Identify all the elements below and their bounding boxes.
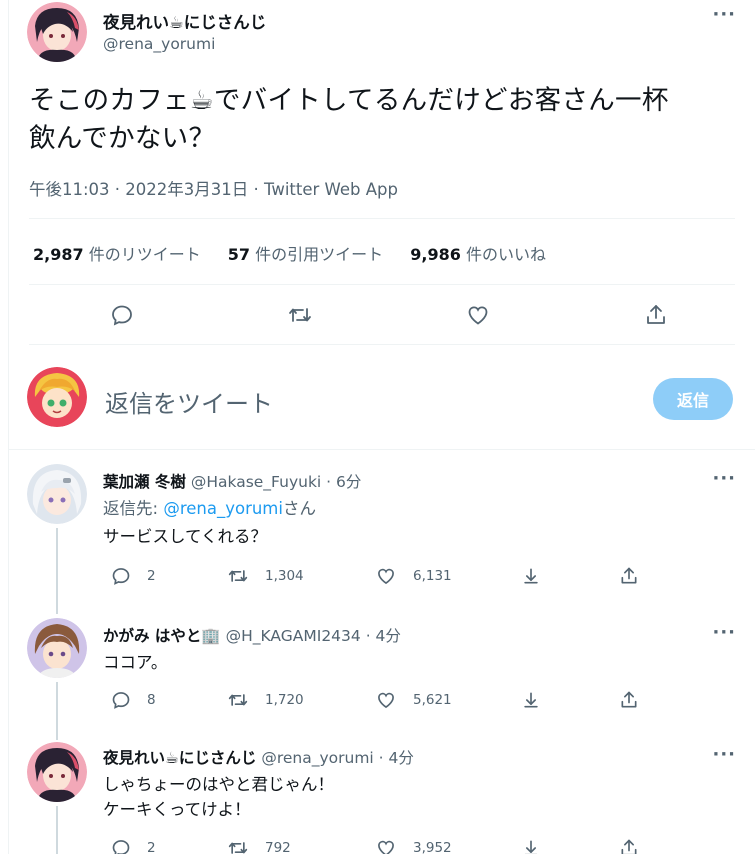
reply-author-avatar[interactable] (27, 464, 87, 524)
retweet-count: 1,304 (265, 568, 304, 584)
quotes-stat[interactable]: 57 件の引用ツイート (228, 241, 383, 265)
bookmark-icon[interactable] (521, 690, 557, 710)
retweet-action[interactable]: 792 (227, 838, 291, 854)
reply-author-avatar[interactable] (27, 618, 87, 678)
tweet-text: そこのカフェ☕でバイトしてるんだけどお客さん一杯 飲んでかない？ (29, 82, 739, 158)
reply-icon (112, 568, 130, 585)
reply-handle-time[interactable]: @rena_yorumi · 4分 (256, 749, 414, 767)
likes-stat[interactable]: 9,986 件のいいね (410, 241, 546, 265)
share-icon[interactable] (641, 300, 671, 330)
retweets-label: 件のリツイート (83, 245, 201, 264)
retweets-count: 2,987 (33, 245, 84, 264)
share-icon[interactable] (619, 838, 655, 854)
author-handle[interactable]: @rena_yorumi (103, 35, 215, 53)
share-icon[interactable] (619, 690, 655, 710)
replying-to-handle[interactable]: @rena_yorumi (163, 499, 283, 518)
reply-icon[interactable] (107, 300, 137, 330)
like-icon (378, 840, 394, 854)
like-action[interactable]: 6,131 (375, 566, 452, 586)
reply-action-bar: 8 1,720 5,621 (99, 690, 659, 714)
reply-header: かがみ はやと🏢 @H_KAGAMI2434 · 4分 (103, 624, 401, 646)
reply-display-name[interactable]: 葉加瀬 冬樹 (103, 473, 186, 491)
retweet-action[interactable]: 1,720 (227, 690, 304, 710)
reply-icon (112, 840, 130, 854)
reply-count: 8 (147, 692, 156, 708)
thread-line (56, 528, 58, 614)
bookmark-icon[interactable] (521, 566, 557, 586)
more-icon[interactable]: ··· (712, 622, 736, 643)
reply-display-name[interactable]: 夜見れい☕にじさんじ (103, 749, 256, 767)
main-action-bar (99, 300, 679, 330)
like-icon[interactable] (463, 300, 493, 330)
reply-text: しゃちょーのはやと君じゃん！ ケーキくってけよ！ (103, 772, 334, 822)
likes-label: 件のいいね (460, 245, 546, 264)
like-action[interactable]: 5,621 (375, 690, 452, 710)
reply-action-bar: 2 792 3,952 (99, 838, 659, 854)
reply-count: 2 (147, 568, 156, 584)
divider (29, 218, 735, 219)
reply-header: 夜見れい☕にじさんじ @rena_yorumi · 4分 (103, 746, 414, 768)
reply-action[interactable]: 2 (111, 838, 156, 854)
quotes-label: 件の引用ツイート (250, 245, 384, 264)
reply-text-line: しゃちょーのはやと君じゃん！ (103, 775, 334, 794)
reply-action-bar: 2 1,304 6,131 (99, 566, 659, 590)
current-user-avatar[interactable] (27, 367, 87, 427)
reply-icon (112, 692, 130, 709)
quotes-count: 57 (227, 245, 251, 264)
reply-handle-time[interactable]: @H_KAGAMI2434 · 4分 (221, 627, 401, 645)
like-count: 5,621 (413, 692, 452, 708)
author-display-name[interactable]: 夜見れい☕にじさんじ (103, 9, 266, 33)
reply-text: ココア。 (103, 653, 168, 672)
like-icon (378, 568, 394, 585)
retweet-icon[interactable] (285, 300, 315, 330)
divider (29, 284, 735, 285)
retweets-stat[interactable]: 2,987 件のリツイート (33, 241, 201, 265)
replying-to: 返信先: @rena_yorumiさん (103, 496, 316, 521)
reply-action[interactable]: 2 (111, 566, 156, 586)
more-icon[interactable]: ··· (712, 468, 736, 489)
share-icon[interactable] (619, 566, 655, 586)
retweet-icon (228, 842, 248, 854)
reply-button[interactable]: 返信 (653, 378, 733, 420)
replying-to-prefix: 返信先: (103, 499, 164, 518)
divider (9, 449, 755, 450)
divider (29, 344, 735, 345)
like-action[interactable]: 3,952 (375, 838, 452, 854)
reply-header: 葉加瀬 冬樹 @Hakase_Fuyuki · 6分 (103, 470, 361, 492)
author-avatar[interactable] (27, 2, 87, 62)
retweet-count: 1,720 (265, 692, 304, 708)
reply-author-avatar[interactable] (27, 742, 87, 802)
reply-input[interactable]: 返信をツイート (105, 384, 273, 419)
like-icon (378, 692, 394, 709)
like-count: 3,952 (413, 840, 452, 854)
reply-text-line: ケーキくってけよ！ (103, 800, 251, 819)
more-icon[interactable]: ··· (712, 744, 736, 765)
thread-line (56, 806, 58, 854)
bookmark-icon[interactable] (521, 838, 557, 854)
tweet-text-line: そこのカフェ☕でバイトしてるんだけどお客さん一杯 (29, 85, 669, 116)
reply-handle-time[interactable]: @Hakase_Fuyuki · 6分 (186, 473, 362, 491)
likes-count: 9,986 (410, 245, 461, 264)
tweet-text-line: 飲んでかない？ (29, 123, 216, 154)
replying-to-suffix: さん (282, 499, 316, 518)
retweet-icon (228, 694, 248, 706)
retweet-action[interactable]: 1,304 (227, 566, 304, 586)
retweet-icon (228, 570, 248, 582)
more-icon[interactable]: ··· (712, 4, 736, 25)
like-count: 6,131 (413, 568, 452, 584)
tweet-timestamp[interactable]: 午後11:03 · 2022年3月31日 · Twitter Web App (29, 176, 398, 200)
reply-count: 2 (147, 840, 156, 854)
reply-text: サービスしてくれる？ (103, 527, 268, 546)
tweet-page: 夜見れい☕にじさんじ @rena_yorumi ··· そこのカフェ☕でバイトし… (8, 0, 755, 854)
thread-line (56, 682, 58, 740)
reply-action[interactable]: 8 (111, 690, 156, 710)
reply-display-name[interactable]: かがみ はやと🏢 (103, 627, 221, 645)
retweet-count: 792 (265, 840, 291, 854)
tweet-stats: 2,987 件のリツイート 57 件の引用ツイート 9,986 件のいいね (33, 241, 568, 265)
